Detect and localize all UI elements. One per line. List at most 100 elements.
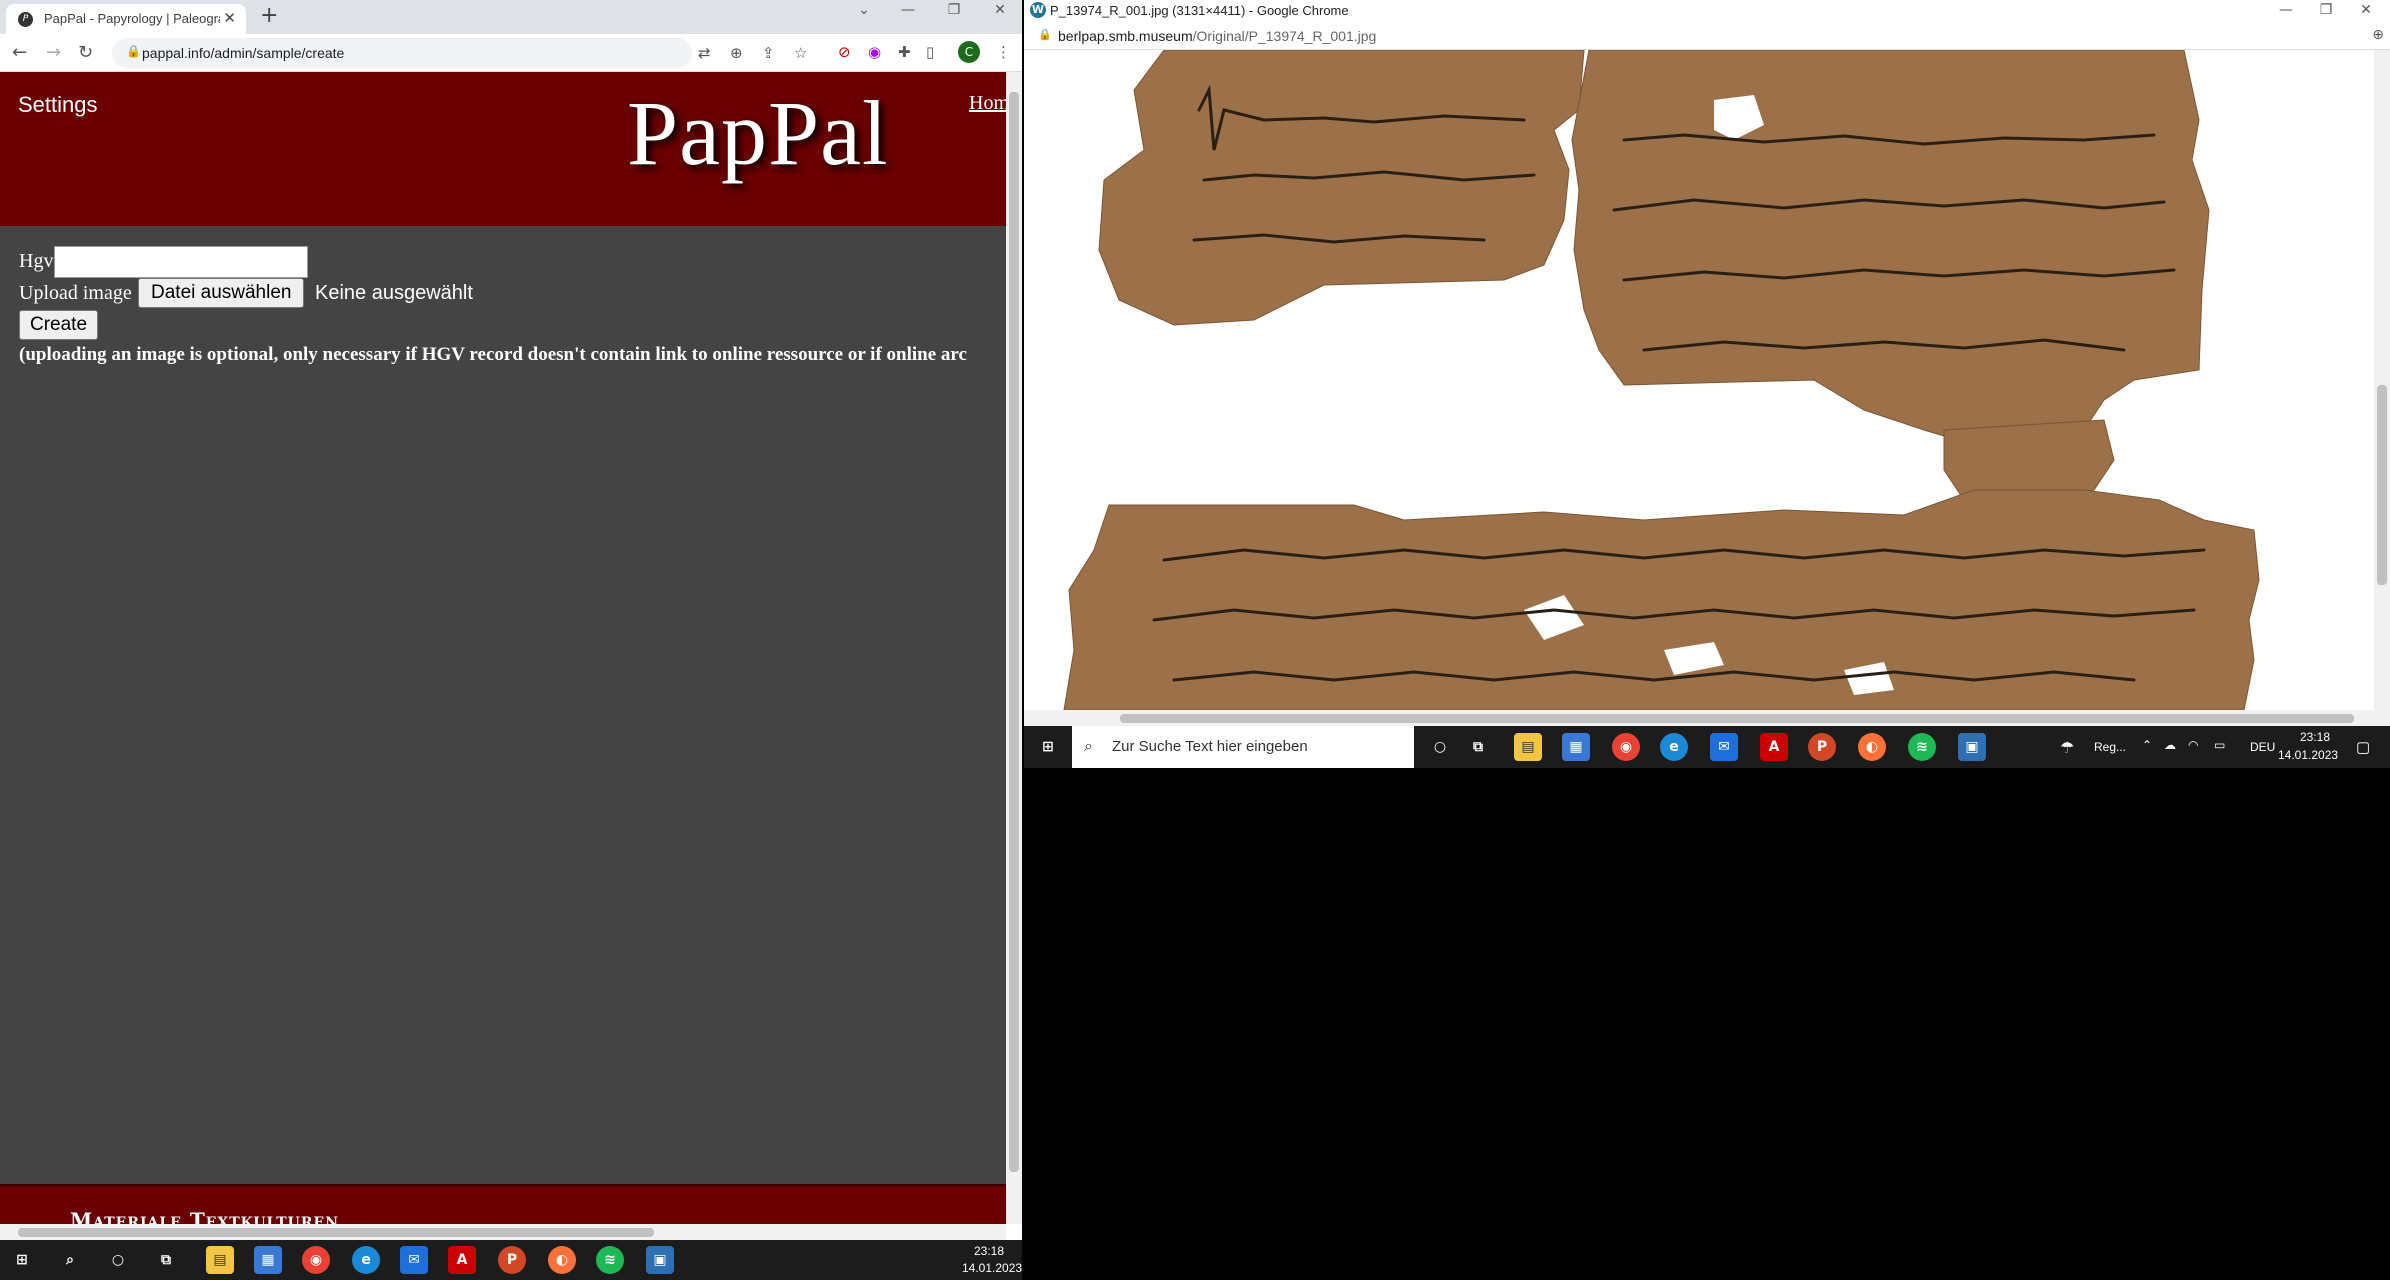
scroll-thumb[interactable] [1120, 714, 2354, 723]
clock-date[interactable]: 14.01.2023 [2278, 748, 2338, 762]
side-panel-icon[interactable]: ▯ [926, 43, 934, 61]
scroll-thumb[interactable] [2377, 385, 2387, 585]
firefox-icon[interactable]: ◐ [1858, 733, 1886, 761]
windows-start-icon[interactable]: ⊞ [8, 1246, 36, 1274]
search-placeholder: Zur Suche Text hier eingeben [1112, 738, 1308, 755]
clock-time[interactable]: 23:18 [2300, 730, 2330, 744]
create-button[interactable]: Create [19, 310, 99, 340]
extension-icon[interactable]: ⊘ [838, 43, 851, 61]
clock-date[interactable]: 14.01.2023 [962, 1261, 1022, 1275]
cortana-icon[interactable]: ○ [104, 1246, 132, 1274]
task-view-icon[interactable]: ⧉ [1464, 733, 1492, 761]
file-explorer-icon[interactable]: ▤ [206, 1246, 234, 1274]
wifi-icon[interactable]: ◠ [2188, 738, 2198, 752]
address-bar[interactable]: 🔒 pappal.info/admin/sample/create ⇄ ⊕ ⇪ … [112, 38, 807, 68]
address-bar[interactable]: 🔒 berlpap.smb.museum/Original/P_13974_R_… [1024, 22, 2390, 50]
acrobat-icon[interactable]: A [1760, 733, 1788, 761]
profile-avatar[interactable]: C [958, 41, 980, 63]
extensions-puzzle-icon[interactable]: ✚ [898, 43, 911, 61]
left-browser-window: P PapPal - Papyrology | Paleograph ✕ + ⌄… [0, 0, 1022, 1240]
tab-close-icon[interactable]: ✕ [223, 9, 236, 27]
papyrus-fragment [1098, 50, 1585, 326]
settings-link[interactable]: Settings [18, 92, 98, 118]
lock-icon[interactable]: 🔒 [126, 44, 141, 58]
address-text: berlpap.smb.museum/Original/P_13974_R_00… [1058, 28, 1376, 44]
store-icon[interactable]: ▦ [1562, 733, 1590, 761]
clock-time[interactable]: 23:18 [974, 1244, 1004, 1258]
scroll-thumb[interactable] [1009, 92, 1019, 1172]
hgv-input[interactable] [54, 246, 308, 278]
powerpoint-icon[interactable]: P [498, 1246, 526, 1274]
close-window-icon[interactable]: ✕ [2348, 2, 2384, 18]
hgv-label: Hgv [19, 250, 54, 272]
mail-icon[interactable]: ✉ [1710, 733, 1738, 761]
back-icon[interactable]: ← [12, 42, 27, 63]
taskbar-search-box[interactable]: ⌕ Zur Suche Text hier eingeben [1072, 726, 1414, 768]
browser-tab-pappal[interactable]: P PapPal - Papyrology | Paleograph ✕ [6, 4, 246, 34]
task-view-icon[interactable]: ⧉ [152, 1246, 180, 1274]
weather-icon[interactable]: ☂ [2060, 738, 2074, 758]
zoom-icon[interactable]: ⊕ [730, 44, 743, 62]
chrome-icon[interactable]: ◉ [1612, 733, 1640, 761]
weather-text[interactable]: Reg... [2094, 740, 2126, 754]
bookmark-star-icon[interactable]: ☆ [794, 44, 807, 62]
edge-icon[interactable]: e [1660, 733, 1688, 761]
photos-icon[interactable]: ▣ [646, 1246, 674, 1274]
reload-icon[interactable]: ↻ [78, 42, 93, 63]
photos-icon[interactable]: ▣ [1958, 733, 1986, 761]
mail-icon[interactable]: ✉ [400, 1246, 428, 1274]
network-icon[interactable]: ☁ [2164, 738, 2176, 752]
forward-icon[interactable]: → [46, 42, 61, 63]
window-title: P_13974_R_001.jpg (3131×4411) - Google C… [1050, 3, 1349, 18]
vertical-scrollbar[interactable] [1006, 72, 1022, 1224]
store-icon[interactable]: ▦ [254, 1246, 282, 1274]
file-explorer-icon[interactable]: ▤ [1514, 733, 1542, 761]
lock-icon[interactable]: 🔒 [1038, 28, 1052, 41]
scroll-thumb[interactable] [18, 1228, 654, 1237]
taskbar: ⊞ ⌕ ○ ⧉ ▤ ▦ ◉ e ✉ A P ◐ ≋ ▣ 23:18 14.01.… [0, 1240, 1022, 1280]
tab-search-chevron-icon[interactable]: ⌄ [846, 2, 882, 18]
minimize-icon[interactable]: — [890, 2, 926, 18]
wordpress-favicon-icon: W [1030, 2, 1046, 18]
horizontal-scrollbar[interactable] [1024, 710, 2390, 726]
language-indicator[interactable]: DEU [2250, 740, 2275, 754]
image-viewer[interactable] [1024, 50, 2374, 710]
battery-icon[interactable]: ▭ [2214, 738, 2225, 752]
powerpoint-icon[interactable]: P [1808, 733, 1836, 761]
edge-icon[interactable]: e [352, 1246, 380, 1274]
new-tab-icon[interactable]: + [260, 3, 278, 28]
site-header: Settings PapPal Home [0, 72, 1018, 226]
chrome-icon[interactable]: ◉ [302, 1246, 330, 1274]
choose-file-button[interactable]: Datei auswählen [138, 278, 305, 308]
windows-start-icon[interactable]: ⊞ [1034, 733, 1062, 761]
extension-u-icon[interactable]: ◉ [868, 43, 881, 61]
restore-icon[interactable]: ❐ [2308, 2, 2344, 18]
spotify-icon[interactable]: ≋ [596, 1246, 624, 1274]
share-icon[interactable]: ⇪ [762, 44, 775, 62]
site-logo[interactable]: PapPal [627, 80, 889, 186]
acrobat-icon[interactable]: A [448, 1246, 476, 1274]
spotify-icon[interactable]: ≋ [1908, 733, 1936, 761]
tray-chevron-icon[interactable]: ⌃ [2142, 738, 2152, 752]
cortana-icon[interactable]: ○ [1426, 733, 1454, 761]
tab-title: PapPal - Papyrology | Paleograph [44, 11, 220, 26]
vertical-scrollbar[interactable] [2374, 50, 2390, 710]
tab-strip: P PapPal - Papyrology | Paleograph ✕ + ⌄… [0, 0, 1022, 34]
site-footer: Materiale Textkulturen [0, 1184, 1006, 1232]
upload-image-label: Upload image [19, 282, 132, 304]
papyrus-fragment [1063, 489, 2260, 710]
restore-icon[interactable]: ❐ [936, 2, 972, 18]
menu-kebab-icon[interactable]: ⋮ [996, 43, 1011, 61]
address-text: pappal.info/admin/sample/create [142, 45, 345, 61]
firefox-icon[interactable]: ◐ [548, 1246, 576, 1274]
notification-icon[interactable]: ▢ [2356, 738, 2370, 756]
horizontal-scrollbar[interactable] [0, 1224, 1006, 1240]
close-window-icon[interactable]: ✕ [982, 2, 1018, 18]
search-icon[interactable]: ⌕ [56, 1246, 84, 1274]
taskbar: ⊞ ⌕ Zur Suche Text hier eingeben ○ ⧉ ▤ ▦… [1024, 726, 2390, 768]
translate-icon[interactable]: ⇄ [698, 44, 711, 62]
papyrus-fragment [1571, 50, 2210, 446]
title-bar: W P_13974_R_001.jpg (3131×4411) - Google… [1024, 0, 2390, 22]
minimize-icon[interactable]: — [2268, 2, 2304, 18]
zoom-icon[interactable]: ⊕ [2372, 27, 2384, 43]
